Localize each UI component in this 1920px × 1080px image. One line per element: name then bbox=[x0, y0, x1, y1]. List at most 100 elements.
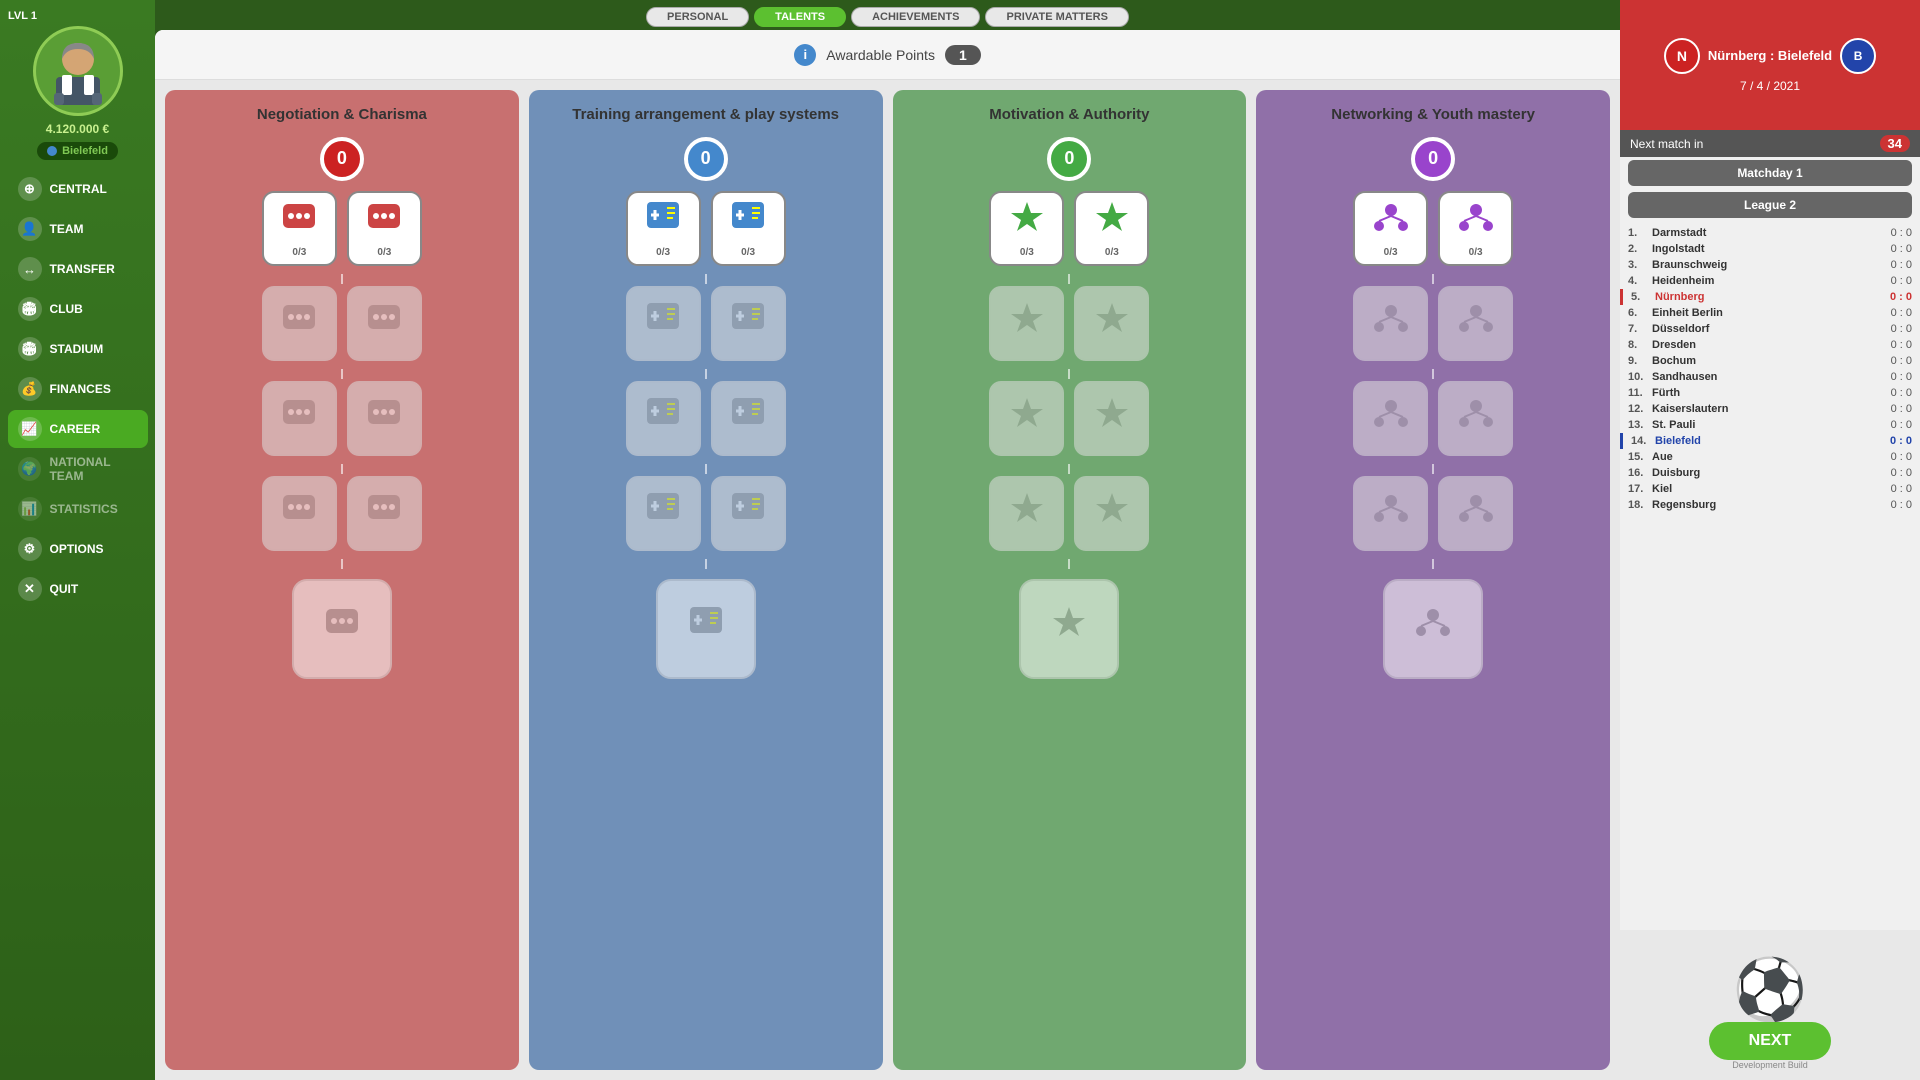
sidebar-item-national-team: 🌍NATIONAL TEAM bbox=[8, 450, 148, 488]
connector-v-net-3 bbox=[1432, 464, 1434, 474]
league-score: 0 : 0 bbox=[1862, 435, 1912, 447]
league-table: 1.Darmstadt0 : 02.Ingolstadt0 : 03.Braun… bbox=[1620, 221, 1920, 930]
skill-node-motiv-0-1[interactable]: 0/3 bbox=[1074, 191, 1149, 266]
tab-personal[interactable]: PERSONAL bbox=[646, 7, 749, 27]
tab-private-matters[interactable]: PRIVATE MATTERS bbox=[985, 7, 1128, 27]
skill-node-train-1-0[interactable] bbox=[626, 286, 701, 361]
league-pos: 17. bbox=[1628, 483, 1648, 495]
skill-node-net-2-1[interactable] bbox=[1438, 381, 1513, 456]
skill-node-train-0-0[interactable]: 0/3 bbox=[626, 191, 701, 266]
league-btn[interactable]: League 2 bbox=[1628, 192, 1912, 218]
league-team-name: Bielefeld bbox=[1655, 435, 1858, 447]
skill-progress-motiv-0-1: 0/3 bbox=[1105, 247, 1119, 258]
skill-node-neg-0-1[interactable]: 0/3 bbox=[347, 191, 422, 266]
sidebar-item-club[interactable]: 🏟CLUB bbox=[8, 290, 148, 328]
league-row: 2.Ingolstadt0 : 0 bbox=[1620, 241, 1920, 257]
skill-node-motiv-2-0[interactable] bbox=[989, 381, 1064, 456]
skill-node-net-3-1[interactable] bbox=[1438, 476, 1513, 551]
skill-icon-neg-2-1 bbox=[364, 394, 404, 441]
skill-node-net-3-0[interactable] bbox=[1353, 476, 1428, 551]
connector-v-train-1 bbox=[705, 274, 707, 284]
league-pos: 15. bbox=[1628, 451, 1648, 463]
skill-node-net-0-0[interactable]: 0/3 bbox=[1353, 191, 1428, 266]
skill-node-neg-2-1[interactable] bbox=[347, 381, 422, 456]
skill-column-neg: Negotiation & Charisma00/30/3 bbox=[165, 90, 519, 1070]
tab-talents[interactable]: TALENTS bbox=[754, 7, 846, 27]
skill-node-motiv-3-0[interactable] bbox=[989, 476, 1064, 551]
skill-progress-train-0-0: 0/3 bbox=[656, 247, 670, 258]
skills-container: Negotiation & Charisma00/30/3Training ar… bbox=[155, 80, 1620, 1080]
points-badge: 1 bbox=[945, 45, 981, 65]
nav-label-finances: FINANCES bbox=[50, 382, 111, 396]
skill-node-neg-3-0[interactable] bbox=[262, 476, 337, 551]
sidebar-item-options[interactable]: ⚙OPTIONS bbox=[8, 530, 148, 568]
skill-row-train-0: 0/3 0/3 bbox=[626, 191, 786, 266]
skill-node-big-motiv[interactable] bbox=[1019, 579, 1119, 679]
skill-node-net-2-0[interactable] bbox=[1353, 381, 1428, 456]
sidebar-item-central[interactable]: ⊕CENTRAL bbox=[8, 170, 148, 208]
national team-icon: 🌍 bbox=[18, 457, 42, 481]
next-button[interactable]: NEXT bbox=[1709, 1022, 1832, 1060]
league-row: 6.Einheit Berlin0 : 0 bbox=[1620, 305, 1920, 321]
central-icon: ⊕ bbox=[18, 177, 42, 201]
skill-node-net-1-1[interactable] bbox=[1438, 286, 1513, 361]
next-match-count: 34 bbox=[1880, 135, 1910, 152]
sidebar-item-career[interactable]: 📈CAREER bbox=[8, 410, 148, 448]
skill-node-big-net[interactable] bbox=[1383, 579, 1483, 679]
skill-icon-motiv-1-1 bbox=[1092, 299, 1132, 346]
league-row: 16.Duisburg0 : 0 bbox=[1620, 465, 1920, 481]
skill-node-neg-1-1[interactable] bbox=[347, 286, 422, 361]
matchday-btn[interactable]: Matchday 1 bbox=[1628, 160, 1912, 186]
skill-node-motiv-3-1[interactable] bbox=[1074, 476, 1149, 551]
skill-icon-neg-1-1 bbox=[364, 299, 404, 346]
skill-node-neg-0-0[interactable]: 0/3 bbox=[262, 191, 337, 266]
money-display: 4.120.000 € bbox=[46, 122, 109, 136]
skill-node-motiv-1-1[interactable] bbox=[1074, 286, 1149, 361]
skill-node-train-2-1[interactable] bbox=[711, 381, 786, 456]
career-icon: 📈 bbox=[18, 417, 42, 441]
sidebar-item-team[interactable]: 👤TEAM bbox=[8, 210, 148, 248]
skill-node-motiv-1-0[interactable] bbox=[989, 286, 1064, 361]
skill-node-neg-3-1[interactable] bbox=[347, 476, 422, 551]
sidebar-item-quit[interactable]: ✕QUIT bbox=[8, 570, 148, 608]
sidebar-item-finances[interactable]: 💰FINANCES bbox=[8, 370, 148, 408]
league-pos: 3. bbox=[1628, 259, 1648, 271]
skill-icon-big-net bbox=[1413, 603, 1453, 653]
league-team-name: St. Pauli bbox=[1652, 419, 1858, 431]
league-score: 0 : 0 bbox=[1862, 403, 1912, 415]
skill-node-net-1-0[interactable] bbox=[1353, 286, 1428, 361]
skill-icon-net-0-0 bbox=[1371, 198, 1411, 245]
league-pos: 13. bbox=[1628, 419, 1648, 431]
skill-node-big-train[interactable] bbox=[656, 579, 756, 679]
skill-node-train-3-1[interactable] bbox=[711, 476, 786, 551]
skill-node-neg-2-0[interactable] bbox=[262, 381, 337, 456]
skill-node-net-0-1[interactable]: 0/3 bbox=[1438, 191, 1513, 266]
skill-node-neg-1-0[interactable] bbox=[262, 286, 337, 361]
skill-node-train-2-0[interactable] bbox=[626, 381, 701, 456]
skill-row-net-2 bbox=[1353, 381, 1513, 456]
skill-row-motiv-3 bbox=[989, 476, 1149, 551]
date-display: 7 / 4 / 2021 bbox=[1740, 79, 1800, 93]
skill-icon-train-3-0 bbox=[643, 489, 683, 536]
skill-row-neg-1 bbox=[262, 286, 422, 361]
skill-node-big-neg[interactable] bbox=[292, 579, 392, 679]
skill-row-train-3 bbox=[626, 476, 786, 551]
skill-node-motiv-2-1[interactable] bbox=[1074, 381, 1149, 456]
quit-icon: ✕ bbox=[18, 577, 42, 601]
skill-node-train-0-1[interactable]: 0/3 bbox=[711, 191, 786, 266]
sidebar-item-transfer[interactable]: ↔TRANSFER bbox=[8, 250, 148, 288]
sidebar-item-stadium[interactable]: 🏟STADIUM bbox=[8, 330, 148, 368]
skill-node-motiv-0-0[interactable]: 0/3 bbox=[989, 191, 1064, 266]
skill-icon-neg-1-0 bbox=[279, 299, 319, 346]
league-score: 0 : 0 bbox=[1862, 291, 1912, 303]
league-row: 8.Dresden0 : 0 bbox=[1620, 337, 1920, 353]
league-row: 3.Braunschweig0 : 0 bbox=[1620, 257, 1920, 273]
sidebar-item-statistics: 📊STATISTICS bbox=[8, 490, 148, 528]
mascot-icon: ⚽ bbox=[1733, 954, 1808, 1025]
tab-achievements[interactable]: ACHIEVEMENTS bbox=[851, 7, 980, 27]
top-nav: PERSONALTALENTSACHIEVEMENTSPRIVATE MATTE… bbox=[155, 0, 1620, 30]
skill-node-train-3-0[interactable] bbox=[626, 476, 701, 551]
league-pos: 16. bbox=[1628, 467, 1648, 479]
skill-node-train-1-1[interactable] bbox=[711, 286, 786, 361]
league-row: 18.Regensburg0 : 0 bbox=[1620, 497, 1920, 513]
